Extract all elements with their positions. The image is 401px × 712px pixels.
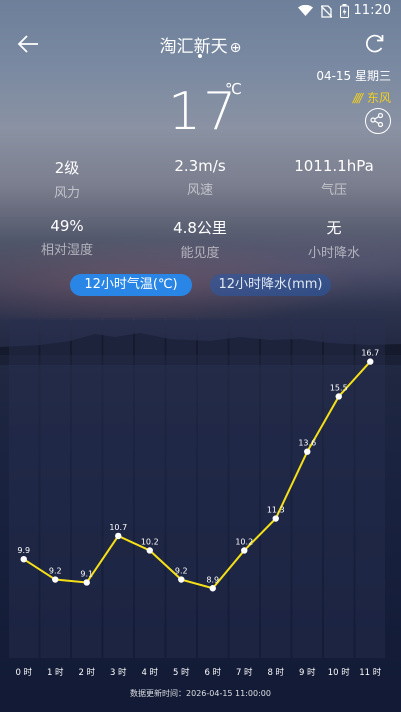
chart-column xyxy=(292,318,322,658)
page-indicator-dot xyxy=(198,54,202,58)
chart-column xyxy=(198,318,228,658)
city-name: 淘汇新天 xyxy=(159,37,228,57)
chart-point xyxy=(20,555,27,563)
tab-hourly-temperature[interactable]: 12小时气温(℃) xyxy=(70,274,192,296)
chart-point xyxy=(241,547,248,554)
chart-x-tick-label: 2 时 xyxy=(78,667,95,678)
chart-x-tick-label: 7 时 xyxy=(236,667,253,678)
chart-column xyxy=(40,318,70,658)
chart-value-label: 15.5 xyxy=(330,383,348,392)
chart-value-label: 8.9 xyxy=(206,575,219,584)
chart-column xyxy=(324,318,354,658)
chart-x-tick-label: 8 时 xyxy=(267,667,284,678)
chart-column xyxy=(9,318,39,658)
chart-x-tick-label: 6 时 xyxy=(204,667,221,678)
chart-point xyxy=(146,547,153,554)
chart-point xyxy=(83,579,90,586)
stat-wind-level: 2级 风力 xyxy=(53,159,80,201)
chart-value-label: 9.1 xyxy=(80,569,93,578)
chart-column xyxy=(103,318,133,658)
chart-point xyxy=(367,358,374,365)
share-icon xyxy=(369,112,383,127)
refresh-icon[interactable] xyxy=(361,30,389,58)
chart-column xyxy=(166,318,196,658)
chart-value-label: 11.3 xyxy=(267,506,285,515)
chart-point xyxy=(209,585,216,592)
chart-x-tick-label: 10 时 xyxy=(328,667,351,678)
chart-point xyxy=(52,576,59,583)
status-bar: 11:20 xyxy=(0,0,401,24)
chart-value-label: 16.7 xyxy=(361,349,379,358)
chart-point xyxy=(178,576,185,583)
chart-x-tick-label: 1 时 xyxy=(47,667,64,678)
stat-wind-speed: 2.3m/s 风速 xyxy=(174,157,226,198)
battery-icon xyxy=(340,4,349,18)
chart-value-label: 10.2 xyxy=(141,537,159,546)
wind-direction: ////东风 xyxy=(352,91,391,105)
top-bar: 淘汇新天 ⊕ xyxy=(0,26,401,62)
stat-humidity: 49% 相对湿度 xyxy=(40,217,93,258)
chart-x-tick-label: 4 时 xyxy=(141,667,158,678)
chart-x-tick-label: 9 时 xyxy=(299,667,316,678)
share-button[interactable] xyxy=(365,108,391,134)
chart-point xyxy=(115,532,122,540)
update-time: 数据更新时间：2026-04-15 11:00:00 xyxy=(130,689,271,698)
wind-icon: //// xyxy=(352,91,363,105)
stat-pressure: 1011.1hPa 气压 xyxy=(294,157,374,198)
temperature-unit: ℃ xyxy=(225,80,242,98)
wifi-icon xyxy=(298,5,313,16)
chart-x-tick-label: 5 时 xyxy=(173,667,190,678)
status-time: 11:20 xyxy=(353,3,391,18)
chart-x-tick-label: 11 时 xyxy=(359,667,382,678)
chart-column xyxy=(355,318,385,658)
chart-point xyxy=(272,515,279,522)
no-sim-icon xyxy=(321,4,332,18)
date-weekday: 04-15 星期三 xyxy=(316,69,391,83)
chart-value-label: 9.2 xyxy=(49,567,62,576)
stat-hourly-precip: 无小时降水 xyxy=(307,219,360,261)
chart-value-label: 10.7 xyxy=(109,523,127,532)
chart-x-tick-label: 0 时 xyxy=(15,667,32,678)
chart-value-label: 10.2 xyxy=(235,537,253,546)
chart-column xyxy=(135,318,165,658)
stat-visibility: 4.8公里 能见度 xyxy=(173,219,227,261)
chart-column xyxy=(72,318,102,658)
temperature-chart: 9.9 0 时 9.2 1 时 9.1 2 时 10.7 3 时 10.2 4 时 9.2 5 时 8.… xyxy=(9,318,385,678)
chart-x-tick-label: 3 时 xyxy=(110,667,127,678)
tab-hourly-precipitation[interactable]: 12小时降水(mm) xyxy=(210,274,331,296)
chart-value-label: 9.2 xyxy=(175,567,188,576)
chart-value-label: 9.9 xyxy=(17,546,30,555)
add-city-icon[interactable]: ⊕ xyxy=(230,40,242,56)
chart-column xyxy=(261,318,291,658)
chart-value-label: 13.6 xyxy=(298,439,316,448)
chart-point xyxy=(304,448,311,455)
chart-point xyxy=(335,393,342,400)
chart-column xyxy=(229,318,259,658)
